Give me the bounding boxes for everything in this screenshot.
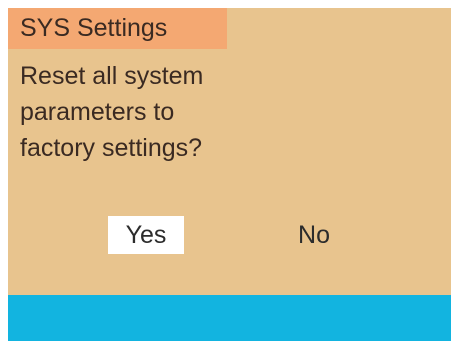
yes-button[interactable]: Yes (108, 216, 184, 254)
message-line-3: factory settings? (20, 134, 203, 162)
message-line-1: Reset all system (20, 62, 204, 90)
dialog-title: SYS Settings (20, 14, 168, 42)
message-line-2: parameters to (20, 98, 175, 126)
title-bar: SYS Settings (8, 8, 227, 49)
reset-confirmation-message: Reset all system parameters to factory s… (20, 58, 203, 166)
device-screen: SYS Settings Reset all system parameters… (8, 8, 451, 341)
footer-bar (8, 295, 451, 341)
no-button[interactable]: No (284, 216, 344, 254)
